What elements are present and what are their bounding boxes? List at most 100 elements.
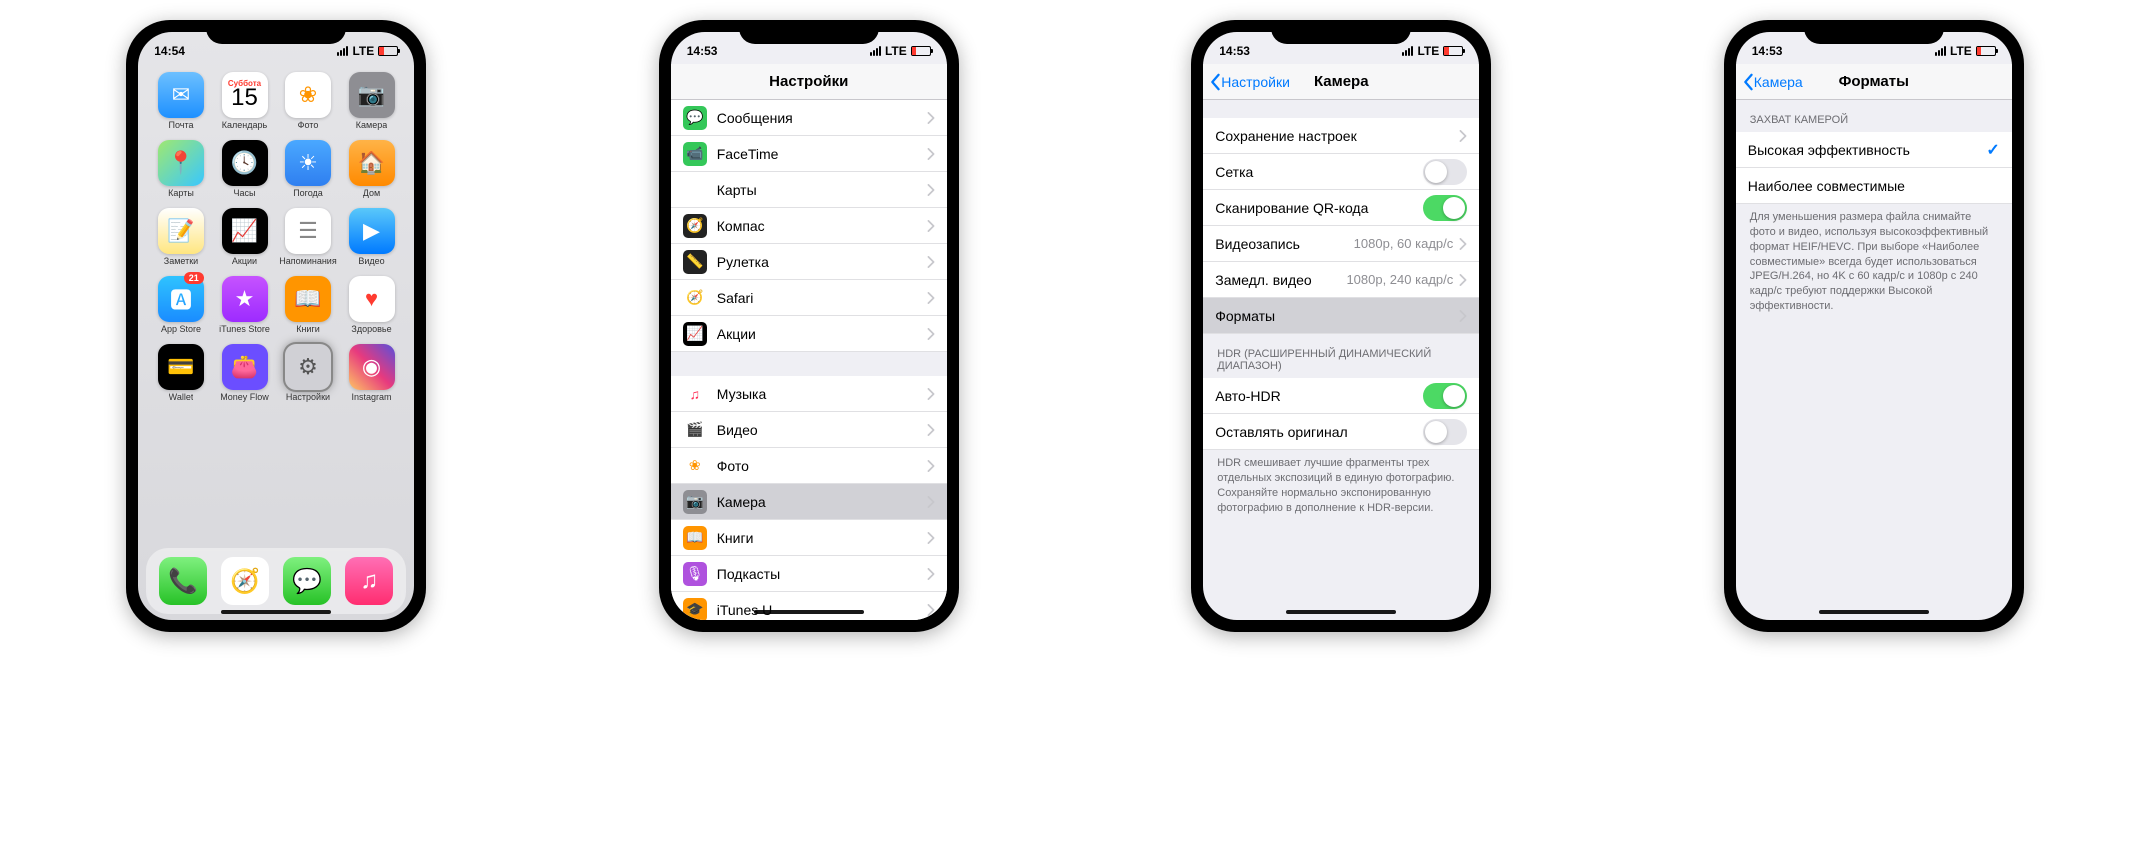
settings-row-Компас[interactable]: 🧭 Компас bbox=[671, 208, 947, 244]
group-header: HDR (РАСШИРЕННЫЙ ДИНАМИЧЕСКИЙ ДИАПАЗОН) bbox=[1203, 334, 1479, 378]
app-icon: ✉ bbox=[158, 72, 204, 118]
app-label: App Store bbox=[161, 324, 201, 334]
chevron-right-icon bbox=[1459, 274, 1467, 286]
row-icon: 🎓 bbox=[683, 598, 707, 621]
app-Настройки[interactable]: ⚙ Настройки bbox=[279, 344, 337, 402]
settings-row-Видео[interactable]: 🎬 Видео bbox=[671, 412, 947, 448]
app-Почта[interactable]: ✉ Почта bbox=[152, 72, 210, 130]
app-Камера[interactable]: 📷 Камера bbox=[343, 72, 401, 130]
row-label: Авто-HDR bbox=[1215, 388, 1423, 404]
settings-row-Книги[interactable]: 📖 Книги bbox=[671, 520, 947, 556]
settings-row-Подкасты[interactable]: 🎙 Подкасты bbox=[671, 556, 947, 592]
camera-row-Сохранение настроек[interactable]: Сохранение настроек bbox=[1203, 118, 1479, 154]
chevron-right-icon bbox=[1459, 310, 1467, 322]
app-Напоминания[interactable]: ☰ Напоминания bbox=[279, 208, 337, 266]
app-icon: 🏠 bbox=[349, 140, 395, 186]
app-label: Money Flow bbox=[220, 392, 269, 402]
settings-row-Safari[interactable]: 🧭 Safari bbox=[671, 280, 947, 316]
page-title: Настройки bbox=[769, 73, 848, 90]
app-Книги[interactable]: 📖 Книги bbox=[279, 276, 337, 334]
status-time: 14:53 bbox=[687, 44, 718, 58]
back-button[interactable]: Камера bbox=[1742, 73, 1803, 91]
row-label: Фото bbox=[717, 458, 927, 474]
signal-icon bbox=[337, 46, 348, 56]
camera-list[interactable]: Сохранение настроек Сетка Сканирование Q… bbox=[1203, 100, 1479, 620]
row-icon: 📷 bbox=[683, 490, 707, 514]
app-iTunes Store[interactable]: ★ iTunes Store bbox=[216, 276, 274, 334]
app-Карты[interactable]: 📍 Карты bbox=[152, 140, 210, 198]
app-Instagram[interactable]: ◉ Instagram bbox=[343, 344, 401, 402]
camera-row-Сетка[interactable]: Сетка bbox=[1203, 154, 1479, 190]
settings-row-Камера[interactable]: 📷 Камера bbox=[671, 484, 947, 520]
camera-row-Оставлять оригинал[interactable]: Оставлять оригинал bbox=[1203, 414, 1479, 450]
back-label: Камера bbox=[1754, 74, 1803, 90]
app-Погода[interactable]: ☀ Погода bbox=[279, 140, 337, 198]
row-icon: 📈 bbox=[683, 322, 707, 346]
network-label: LTE bbox=[1417, 44, 1439, 58]
messages-app[interactable]: 💬 bbox=[283, 557, 331, 605]
row-label: Сетка bbox=[1215, 164, 1423, 180]
camera-row-Сканирование QR-кода[interactable]: Сканирование QR-кода bbox=[1203, 190, 1479, 226]
app-Заметки[interactable]: 📝 Заметки bbox=[152, 208, 210, 266]
toggle[interactable] bbox=[1423, 195, 1467, 221]
camera-row-Авто-HDR[interactable]: Авто-HDR bbox=[1203, 378, 1479, 414]
app-icon: 📈 bbox=[222, 208, 268, 254]
chevron-right-icon bbox=[1459, 238, 1467, 250]
app-label: Instagram bbox=[351, 392, 391, 402]
back-button[interactable]: Настройки bbox=[1209, 73, 1290, 91]
camera-row-Видеозапись[interactable]: Видеозапись1080p, 60 кадр/с bbox=[1203, 226, 1479, 262]
camera-row-Замедл. видео[interactable]: Замедл. видео1080p, 240 кадр/с bbox=[1203, 262, 1479, 298]
app-icon: ▶ bbox=[349, 208, 395, 254]
chevron-right-icon bbox=[927, 112, 935, 124]
navbar: Настройки bbox=[671, 64, 947, 100]
app-Фото[interactable]: ❀ Фото bbox=[279, 72, 337, 130]
row-icon: ♫ bbox=[683, 382, 707, 406]
formats-row-Наиболее совместимые[interactable]: Наиболее совместимые bbox=[1736, 168, 2012, 204]
app-Видео[interactable]: ▶ Видео bbox=[343, 208, 401, 266]
toggle[interactable] bbox=[1423, 419, 1467, 445]
safari-app[interactable]: 🧭 bbox=[221, 557, 269, 605]
app-Календарь[interactable]: Суббота15 Календарь bbox=[216, 72, 274, 130]
app-label: Камера bbox=[356, 120, 387, 130]
settings-list[interactable]: 💬 Сообщения 📹 FaceTime 🗺 Карты 🧭 Компас … bbox=[671, 100, 947, 620]
network-label: LTE bbox=[885, 44, 907, 58]
network-label: LTE bbox=[1950, 44, 1972, 58]
settings-row-FaceTime[interactable]: 📹 FaceTime bbox=[671, 136, 947, 172]
row-label: Камера bbox=[717, 494, 927, 510]
app-icon: 🕓 bbox=[222, 140, 268, 186]
settings-row-Фото[interactable]: ❀ Фото bbox=[671, 448, 947, 484]
app-Часы[interactable]: 🕓 Часы bbox=[216, 140, 274, 198]
settings-row-Музыка[interactable]: ♫ Музыка bbox=[671, 376, 947, 412]
row-icon: 📹 bbox=[683, 142, 707, 166]
settings-row-Карты[interactable]: 🗺 Карты bbox=[671, 172, 947, 208]
app-icon: 👛 bbox=[222, 344, 268, 390]
row-label: Замедл. видео bbox=[1215, 272, 1346, 288]
camera-row-Форматы[interactable]: Форматы bbox=[1203, 298, 1479, 334]
settings-row-iTunes U[interactable]: 🎓 iTunes U bbox=[671, 592, 947, 620]
phone-camera: 14:53 LTE Настройки Камера Сохранение на… bbox=[1191, 20, 1491, 632]
chevron-right-icon bbox=[927, 184, 935, 196]
formats-list[interactable]: ЗАХВАТ КАМЕРОЙ Высокая эффективность ✓ Н… bbox=[1736, 100, 2012, 620]
music-app[interactable]: ♫ bbox=[345, 557, 393, 605]
signal-icon bbox=[1402, 46, 1413, 56]
toggle[interactable] bbox=[1423, 383, 1467, 409]
app-App Store[interactable]: 21 🅰 App Store bbox=[152, 276, 210, 334]
app-Здоровье[interactable]: ♥ Здоровье bbox=[343, 276, 401, 334]
app-Дом[interactable]: 🏠 Дом bbox=[343, 140, 401, 198]
settings-row-Акции[interactable]: 📈 Акции bbox=[671, 316, 947, 352]
row-label: Safari bbox=[717, 290, 927, 306]
settings-row-Рулетка[interactable]: 📏 Рулетка bbox=[671, 244, 947, 280]
formats-row-Высокая эффективность[interactable]: Высокая эффективность ✓ bbox=[1736, 132, 2012, 168]
phone-app[interactable]: 📞 bbox=[159, 557, 207, 605]
settings-row-Сообщения[interactable]: 💬 Сообщения bbox=[671, 100, 947, 136]
row-label: Наиболее совместимые bbox=[1748, 178, 2000, 194]
app-label: Настройки bbox=[286, 392, 330, 402]
app-Wallet[interactable]: 💳 Wallet bbox=[152, 344, 210, 402]
battery-icon bbox=[378, 46, 398, 56]
toggle[interactable] bbox=[1423, 159, 1467, 185]
navbar: Камера Форматы bbox=[1736, 64, 2012, 100]
app-Money Flow[interactable]: 👛 Money Flow bbox=[216, 344, 274, 402]
row-label: FaceTime bbox=[717, 146, 927, 162]
group-separator bbox=[1203, 100, 1479, 118]
app-Акции[interactable]: 📈 Акции bbox=[216, 208, 274, 266]
